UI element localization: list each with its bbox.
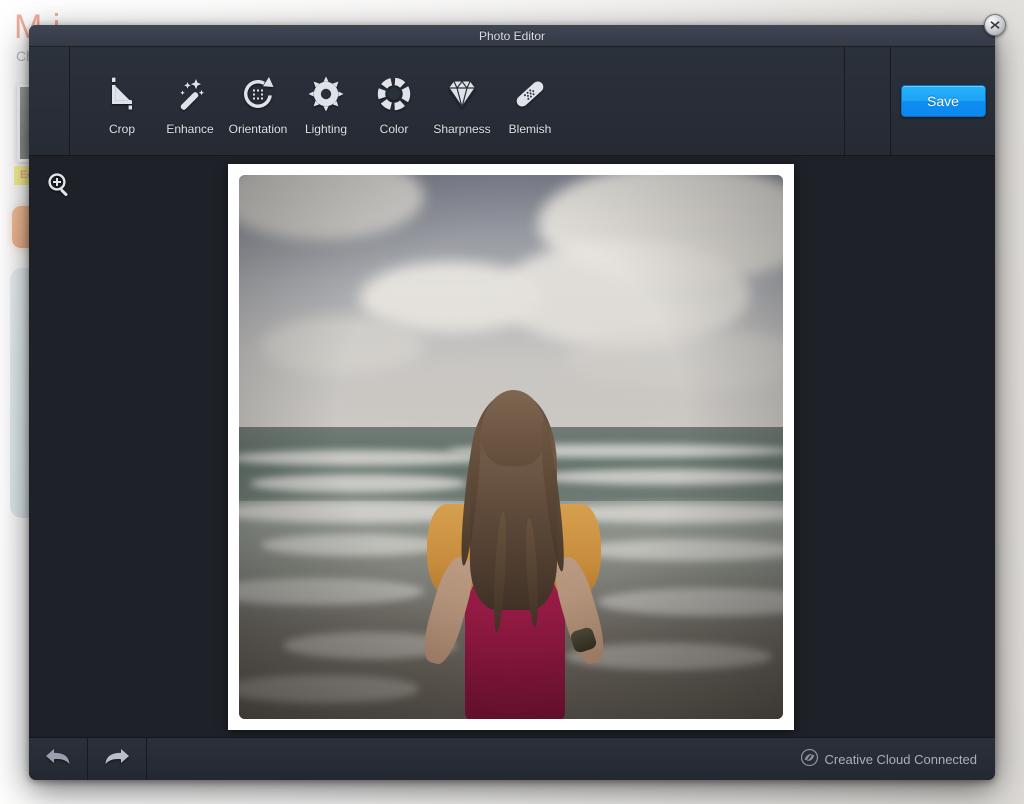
photo-editor-window: Photo Editor Crop Enhance Orientation Li… — [29, 14, 1006, 780]
editor-canvas — [29, 156, 995, 737]
redo-arrow-icon — [102, 745, 132, 774]
undo-arrow-icon — [43, 745, 73, 774]
status-badge: Creative Cloud Connected — [800, 738, 995, 780]
tool-orientation[interactable]: Orientation — [224, 67, 292, 136]
creative-cloud-icon — [800, 748, 818, 769]
tool-color-label: Color — [379, 121, 409, 136]
rotate-icon — [238, 71, 278, 117]
undo-button[interactable] — [29, 738, 88, 780]
editor-bottombar: Creative Cloud Connected — [29, 737, 995, 780]
editor-toolbar: Crop Enhance Orientation Lighting Color … — [29, 47, 995, 156]
zoom-in-icon[interactable] — [43, 168, 77, 202]
color-wheel-icon — [374, 71, 414, 117]
bottombar-filler — [147, 738, 801, 780]
tool-enhance[interactable]: Enhance — [156, 67, 224, 136]
tool-crop[interactable]: Crop — [88, 67, 156, 136]
tool-color[interactable]: Color — [360, 67, 428, 136]
toolbar-tool-list: Crop Enhance Orientation Lighting Color … — [70, 47, 845, 155]
window-titlebar[interactable]: Photo Editor — [29, 14, 1006, 47]
tool-sharpness-label: Sharpness — [433, 121, 491, 136]
toolbar-spacer — [845, 47, 891, 155]
sun-icon — [306, 71, 346, 117]
tool-lighting[interactable]: Lighting — [292, 67, 360, 136]
diamond-icon — [442, 71, 482, 117]
tool-crop-label: Crop — [108, 121, 135, 136]
close-icon[interactable] — [984, 14, 1006, 36]
tool-sharpness[interactable]: Sharpness — [428, 67, 496, 136]
tool-orientation-label: Orientation — [228, 121, 288, 136]
tool-lighting-label: Lighting — [304, 121, 348, 136]
bandage-icon — [510, 71, 550, 117]
save-button[interactable]: Save — [900, 85, 986, 117]
tool-blemish-label: Blemish — [508, 121, 552, 136]
redo-button[interactable] — [88, 738, 147, 780]
magic-wand-icon — [170, 71, 210, 117]
photo-vignette — [239, 175, 783, 719]
tool-blemish[interactable]: Blemish — [496, 67, 564, 136]
photo-frame — [228, 164, 794, 730]
toolbar-left-gutter — [29, 47, 70, 155]
toolbar-save-area: Save — [891, 47, 995, 155]
edited-photo[interactable] — [239, 175, 783, 719]
tool-enhance-label: Enhance — [166, 121, 214, 136]
window-title: Photo Editor — [478, 28, 546, 43]
status-text: Creative Cloud Connected — [824, 751, 977, 767]
crop-icon — [102, 71, 142, 117]
